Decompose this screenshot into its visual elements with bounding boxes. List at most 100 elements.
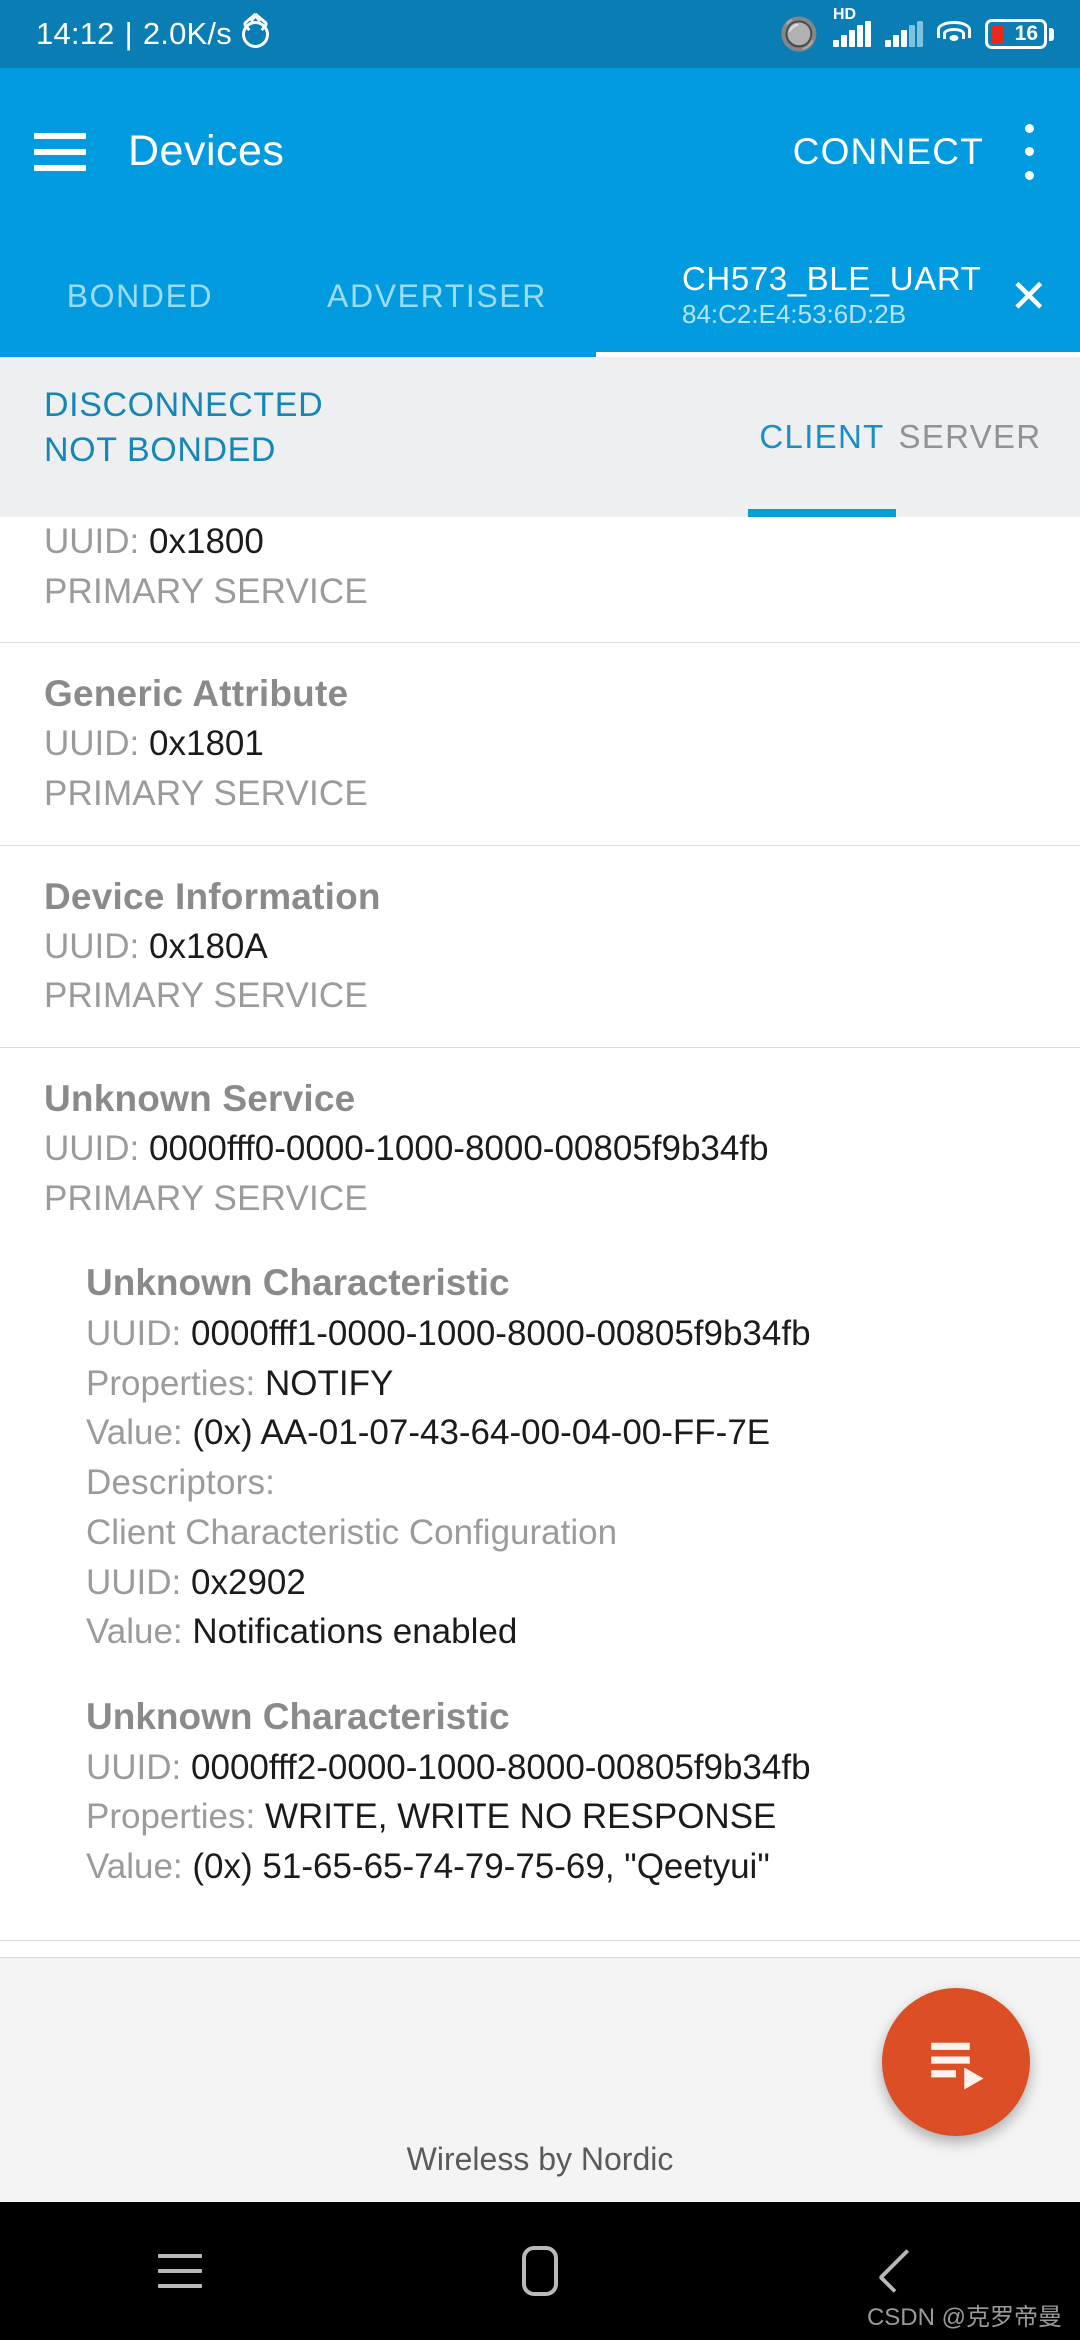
characteristic-name: Unknown Characteristic: [86, 1262, 510, 1304]
service-type: PRIMARY SERVICE: [44, 976, 368, 1016]
recents-button[interactable]: [120, 2236, 240, 2306]
service-uuid: UUID: 0x180A: [44, 922, 1080, 972]
service-row[interactable]: Unknown Service UUID: 0000fff0-0000-1000-…: [0, 1048, 1080, 1941]
service-uuid-label: UUID:: [44, 522, 140, 561]
characteristic-row[interactable]: Unknown Characteristic UUID: 0000fff2-000…: [86, 1657, 1080, 1914]
tab-client-label: CLIENT: [759, 418, 885, 455]
characteristic-row[interactable]: Unknown Characteristic UUID: 0000fff1-000…: [86, 1223, 1080, 1657]
footer-text: Wireless by Nordic: [406, 2141, 674, 2177]
tab-client[interactable]: CLIENT: [748, 357, 896, 517]
service-uuid: UUID: 0x1800: [44, 517, 1080, 567]
service-uuid-label: UUID:: [44, 724, 140, 764]
characteristic-properties-label: Properties:: [86, 1363, 256, 1403]
client-tab-indicator: [748, 509, 896, 517]
characteristic-properties-value: NOTIFY: [264, 1363, 394, 1403]
status-row-spacer: [323, 357, 748, 517]
system-nav-bar: CSDN @克罗帝曼: [0, 2202, 1080, 2340]
signal-bars-icon: [833, 21, 871, 47]
characteristic-value-value: (0x) AA-01-07-43-64-00-04-00-FF-7E: [192, 1413, 771, 1453]
signal-hd-group: HD: [833, 6, 871, 47]
descriptor-value: Value: Notifications enabled: [86, 1607, 1080, 1657]
overflow-menu-icon[interactable]: [1022, 123, 1036, 180]
service-row[interactable]: UUID: 0x1800 PRIMARY SERVICE: [0, 517, 1080, 644]
service-type: PRIMARY SERVICE: [44, 774, 368, 813]
descriptor-uuid: UUID: 0x2902: [86, 1558, 1080, 1608]
hamburger-menu-icon[interactable]: [34, 132, 86, 171]
signal-bars-dim-icon: [885, 21, 923, 47]
characteristic-value-label: Value:: [86, 1847, 183, 1887]
characteristic-properties-value: WRITE, WRITE NO RESPONSE: [264, 1797, 777, 1837]
service-uuid: UUID: 0x1801: [44, 719, 1080, 769]
characteristic-uuid-label: UUID:: [86, 1747, 182, 1787]
characteristic-value: Value: (0x) 51-65-65-74-79-75-69, "Qeety…: [86, 1842, 1080, 1892]
playlist-play-icon-button[interactable]: [882, 1988, 1030, 2136]
back-button[interactable]: [840, 2236, 960, 2306]
service-name: Generic Attribute: [44, 673, 349, 715]
gatt-service-list[interactable]: UUID: 0x1800 PRIMARY SERVICE Generic Attri…: [0, 517, 1080, 1957]
characteristic-properties-label: Properties:: [86, 1797, 256, 1837]
service-row[interactable]: Generic Attribute UUID: 0x1801 PRIMARY SER…: [0, 643, 1080, 846]
characteristic-value-label: Value:: [86, 1413, 183, 1453]
descriptors-label: Descriptors:: [86, 1463, 276, 1503]
characteristic-properties: Properties: WRITE, WRITE NO RESPONSE: [86, 1792, 1080, 1842]
tab-device-ch573-ble-uart[interactable]: CH573_BLE_UART 84:C2:E4:53:6D:2B ✕: [594, 235, 1080, 357]
playlist-play-icon: [931, 2042, 984, 2090]
service-uuid-label: UUID:: [44, 926, 140, 966]
page-title: Devices: [128, 127, 285, 175]
alarm-icon: [241, 20, 269, 48]
characteristic-uuid: UUID: 0000fff2-0000-1000-8000-00805f9b34…: [86, 1743, 1080, 1793]
footer-bar: Wireless by Nordic: [0, 1957, 1080, 2202]
descriptor-uuid-value: 0x2902: [191, 1562, 306, 1602]
connection-state-group: DISCONNECTED NOT BONDED: [0, 357, 323, 517]
phone-screen: 14:12 | 2.0K/s 🔘 HD 16 Devices CONNECT B…: [0, 0, 1080, 2340]
tab-bonded[interactable]: BONDED: [0, 235, 280, 357]
recents-icon: [158, 2254, 202, 2288]
device-tab-name: CH573_BLE_UART: [682, 260, 982, 298]
network-speed: 2.0K/s: [142, 16, 232, 51]
back-icon: [878, 2249, 922, 2293]
device-tab-meta: CH573_BLE_UART 84:C2:E4:53:6D:2B: [682, 260, 982, 330]
battery-level: 16: [1014, 22, 1038, 45]
tab-server-label: SERVER: [898, 418, 1042, 455]
service-type: PRIMARY SERVICE: [44, 1178, 368, 1218]
characteristic-uuid-label: UUID:: [86, 1314, 182, 1354]
service-uuid-value: 0x1800: [149, 522, 264, 561]
device-tab-bar: BONDED ADVERTISER CH573_BLE_UART 84:C2:E…: [0, 235, 1080, 357]
status-badge-bond: NOT BONDED: [44, 431, 277, 470]
service-uuid-value: 0000fff0-0000-1000-8000-00805f9b34fb: [149, 1128, 769, 1168]
descriptor-uuid-label: UUID:: [86, 1562, 182, 1602]
characteristic-value: Value: (0x) AA-01-07-43-64-00-04-00-FF-7…: [86, 1408, 1080, 1458]
status-bar-right: 🔘 HD 16: [779, 6, 1054, 50]
status-bar-left: 14:12 | 2.0K/s: [36, 16, 269, 52]
clock: 14:12: [36, 16, 115, 51]
home-icon: [522, 2246, 558, 2296]
descriptor-name: Client Characteristic Configuration: [86, 1512, 618, 1552]
app-bar: Devices CONNECT: [0, 68, 1080, 235]
tab-advertiser[interactable]: ADVERTISER: [280, 235, 594, 357]
service-row[interactable]: Device Information UUID: 0x180A PRIMARY SE…: [0, 846, 1080, 1048]
connection-status-bar: DISCONNECTED NOT BONDED CLIENT SERVER: [0, 357, 1080, 517]
connect-button[interactable]: CONNECT: [793, 131, 984, 173]
service-type: PRIMARY SERVICE: [44, 571, 368, 611]
characteristic-uuid-value: 0000fff1-0000-1000-8000-00805f9b34fb: [191, 1314, 811, 1354]
characteristic-uuid: UUID: 0000fff1-0000-1000-8000-00805f9b34…: [86, 1309, 1080, 1359]
close-icon[interactable]: ✕: [1009, 273, 1048, 319]
tab-server[interactable]: SERVER: [896, 357, 1044, 517]
service-name: Device Information: [44, 875, 381, 917]
characteristic-list: Unknown Characteristic UUID: 0000fff1-000…: [44, 1223, 1080, 1913]
service-uuid-label: UUID:: [44, 1128, 140, 1168]
home-button[interactable]: [480, 2236, 600, 2306]
watermark: CSDN @克罗帝曼: [866, 2304, 1062, 2331]
device-tab-mac: 84:C2:E4:53:6D:2B: [682, 299, 907, 330]
descriptor-value-label: Value:: [86, 1612, 183, 1652]
service-name: Unknown Service: [44, 1078, 356, 1119]
service-uuid-value: 0x180A: [149, 926, 268, 966]
characteristic-name: Unknown Characteristic: [86, 1695, 510, 1737]
descriptor-value-value: Notifications enabled: [192, 1612, 518, 1652]
service-uuid-value: 0x1801: [149, 724, 264, 764]
status-separator: |: [124, 16, 133, 51]
status-badge-connection: DISCONNECTED: [44, 386, 324, 424]
hd-label: HD: [833, 6, 857, 23]
status-bar: 14:12 | 2.0K/s 🔘 HD 16: [0, 0, 1080, 68]
characteristic-value-value: (0x) 51-65-65-74-79-75-69, "Qeetyui": [192, 1847, 770, 1887]
